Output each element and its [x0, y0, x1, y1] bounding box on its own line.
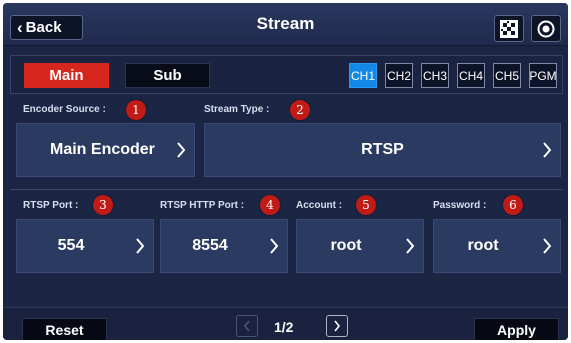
- rtsp-port-value: 554: [57, 237, 85, 254]
- callout-badge-5: 5: [356, 195, 376, 215]
- callout-badge-1: 1: [126, 100, 146, 120]
- tab-sub[interactable]: Sub: [125, 63, 210, 88]
- rtsp-http-port-label: RTSP HTTP Port :: [160, 200, 245, 211]
- apply-button[interactable]: Apply: [474, 318, 559, 340]
- channel-button-ch1[interactable]: CH1: [349, 63, 377, 88]
- chevron-left-icon: [243, 320, 250, 332]
- header-bar: ‹ Back Stream: [3, 3, 568, 46]
- chevron-right-icon: [176, 124, 186, 176]
- chevron-right-icon: [542, 220, 552, 272]
- password-field[interactable]: root: [433, 219, 561, 273]
- chevron-right-icon: [542, 124, 552, 176]
- chevron-right-icon: [135, 220, 145, 272]
- stream-type-value: RTSP: [361, 141, 404, 158]
- callout-badge-4: 4: [260, 195, 280, 215]
- record-button[interactable]: [531, 15, 561, 42]
- rtsp-port-label: RTSP Port :: [23, 200, 79, 211]
- account-field[interactable]: root: [296, 219, 424, 273]
- footer-bar: Reset 1/2 Apply: [3, 307, 568, 340]
- reset-button[interactable]: Reset: [22, 318, 107, 340]
- encoder-source-value: Main Encoder: [50, 141, 155, 158]
- rtsp-port-field[interactable]: 554: [16, 219, 154, 273]
- rtsp-http-port-value: 8554: [192, 237, 228, 254]
- stream-type-label: Stream Type :: [204, 104, 270, 115]
- page-indicator: 1/2: [274, 319, 294, 335]
- channel-button-pgm[interactable]: PGM: [529, 63, 557, 88]
- channel-button-ch4[interactable]: CH4: [457, 63, 485, 88]
- page-title: Stream: [256, 14, 315, 33]
- channel-button-ch3[interactable]: CH3: [421, 63, 449, 88]
- callout-badge-6: 6: [503, 195, 523, 215]
- chevron-right-icon: [334, 320, 341, 332]
- stream-type-selector[interactable]: RTSP: [204, 123, 561, 177]
- callout-badge-3: 3: [93, 195, 113, 215]
- channel-button-ch5[interactable]: CH5: [493, 63, 521, 88]
- chevron-right-icon: [269, 220, 279, 272]
- grid-pattern-button[interactable]: [494, 15, 524, 42]
- stream-settings-screen: ‹ Back Stream Main Sub CH1 CH2 CH3 CH4 C…: [3, 3, 568, 340]
- callout-badge-2: 2: [290, 100, 310, 120]
- section-divider: [10, 189, 563, 190]
- chevron-right-icon: [405, 220, 415, 272]
- rtsp-http-port-field[interactable]: 8554: [160, 219, 288, 273]
- password-value: root: [467, 237, 499, 254]
- channel-button-ch2[interactable]: CH2: [385, 63, 413, 88]
- password-label: Password :: [433, 200, 487, 211]
- account-value: root: [330, 237, 362, 254]
- grid-pattern-icon: [500, 19, 518, 38]
- record-icon: [537, 20, 555, 37]
- tab-main[interactable]: Main: [24, 63, 109, 88]
- next-page-button[interactable]: [326, 315, 348, 337]
- stream-tab-bar: Main Sub CH1 CH2 CH3 CH4 CH5 PGM: [10, 55, 563, 94]
- prev-page-button[interactable]: [236, 315, 258, 337]
- account-label: Account :: [296, 200, 343, 211]
- encoder-source-label: Encoder Source :: [23, 104, 106, 115]
- encoder-source-selector[interactable]: Main Encoder: [16, 123, 195, 177]
